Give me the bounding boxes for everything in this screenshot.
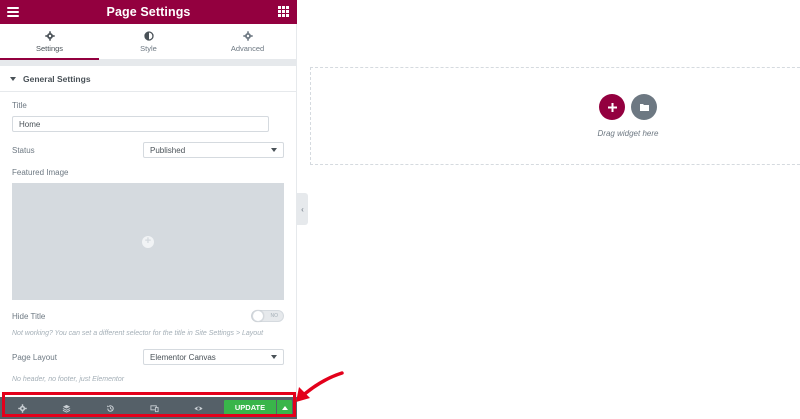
title-label: Title xyxy=(12,101,27,110)
drag-widget-hint: Drag widget here xyxy=(597,129,659,138)
panel-title: Page Settings xyxy=(106,5,191,19)
status-label: Status xyxy=(12,146,35,155)
drop-zone[interactable] xyxy=(310,67,800,165)
status-value: Published xyxy=(150,145,186,155)
hamburger-menu-icon[interactable] xyxy=(6,5,20,19)
hide-title-toggle[interactable]: NO xyxy=(251,310,284,322)
gear-icon xyxy=(44,30,55,41)
add-section-button[interactable] xyxy=(599,94,625,120)
section-title: General Settings xyxy=(23,73,91,84)
hide-title-note: Not working? You can set a different sel… xyxy=(12,330,264,337)
featured-image-label: Featured Image xyxy=(12,168,69,177)
editor-panel: Page Settings Settings Style Advanced Ge… xyxy=(0,0,297,419)
red-arrow-annotation-icon xyxy=(296,371,344,402)
caret-down-icon xyxy=(10,76,16,81)
collapse-panel-button[interactable]: ‹ xyxy=(297,193,308,225)
plus-circle-icon: + xyxy=(142,235,154,248)
tab-advanced[interactable]: Advanced xyxy=(198,24,297,59)
tab-settings[interactable]: Settings xyxy=(0,24,99,60)
chevron-down-icon xyxy=(271,355,277,359)
add-template-button[interactable] xyxy=(631,94,657,120)
panel-tabs: Settings Style Advanced xyxy=(0,24,297,60)
toggle-knob xyxy=(252,310,264,322)
page-layout-note: No header, no footer, just Elementor xyxy=(12,376,125,383)
cog-icon xyxy=(242,30,253,41)
half-circle-icon xyxy=(143,30,154,41)
widgets-grid-icon[interactable] xyxy=(278,6,289,17)
tab-advanced-label: Advanced xyxy=(230,43,265,53)
panel-header: Page Settings xyxy=(0,0,297,24)
chevron-down-icon xyxy=(271,148,277,152)
tab-settings-label: Settings xyxy=(35,43,64,53)
title-input[interactable]: Home xyxy=(12,116,269,132)
featured-image-picker[interactable]: + xyxy=(12,183,284,300)
tab-style[interactable]: Style xyxy=(99,24,198,59)
footer-highlight-box xyxy=(2,392,296,417)
plus-icon xyxy=(607,102,617,112)
chevron-left-icon: ‹ xyxy=(301,204,304,214)
page-layout-select[interactable]: Elementor Canvas xyxy=(143,349,284,365)
folder-icon xyxy=(639,104,649,111)
toggle-state-text: NO xyxy=(270,313,279,319)
hide-title-label: Hide Title xyxy=(12,312,46,321)
section-general-settings[interactable]: General Settings xyxy=(0,66,297,92)
tab-style-label: Style xyxy=(140,43,157,53)
status-select[interactable]: Published xyxy=(143,142,284,158)
page-layout-label: Page Layout xyxy=(12,353,57,362)
elementor-editor: Page Settings Settings Style Advanced Ge… xyxy=(0,0,800,419)
page-layout-value: Elementor Canvas xyxy=(150,352,216,362)
